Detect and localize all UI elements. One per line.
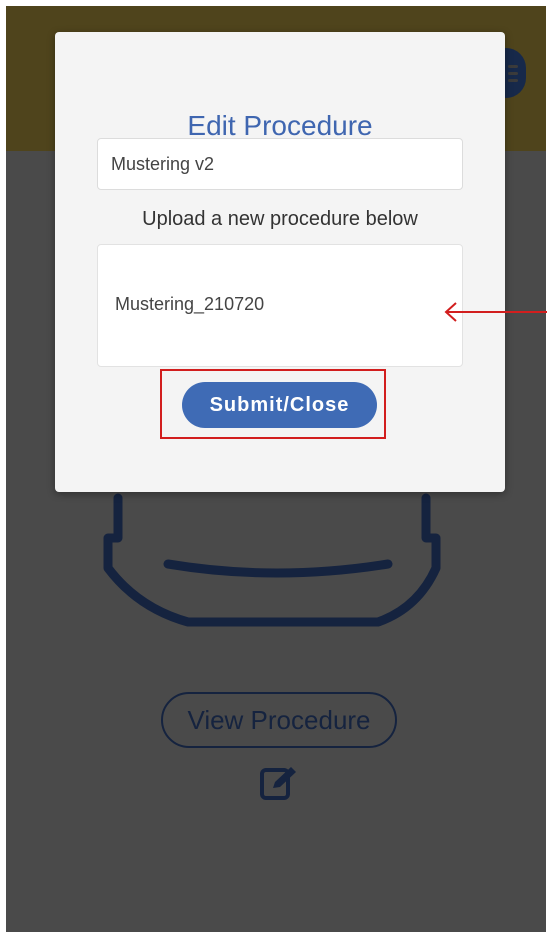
procedure-name-input[interactable] (97, 138, 463, 190)
hamburger-menu-icon (508, 65, 518, 68)
hamburger-menu-icon-line (508, 72, 518, 75)
edit-pencil-icon[interactable] (259, 764, 301, 802)
view-procedure-button[interactable]: View Procedure (161, 692, 397, 748)
submit-close-button[interactable]: Submit/Close (182, 382, 377, 428)
annotation-arrow-icon (444, 302, 547, 322)
upload-instruction: Upload a new procedure below (142, 208, 418, 230)
file-upload-area[interactable]: Mustering_210720 (97, 244, 463, 367)
edit-procedure-modal: Edit Procedure Upload a new procedure be… (55, 32, 505, 492)
uploaded-file-name: Mustering_210720 (115, 294, 265, 314)
hamburger-menu-icon-line (508, 79, 518, 82)
